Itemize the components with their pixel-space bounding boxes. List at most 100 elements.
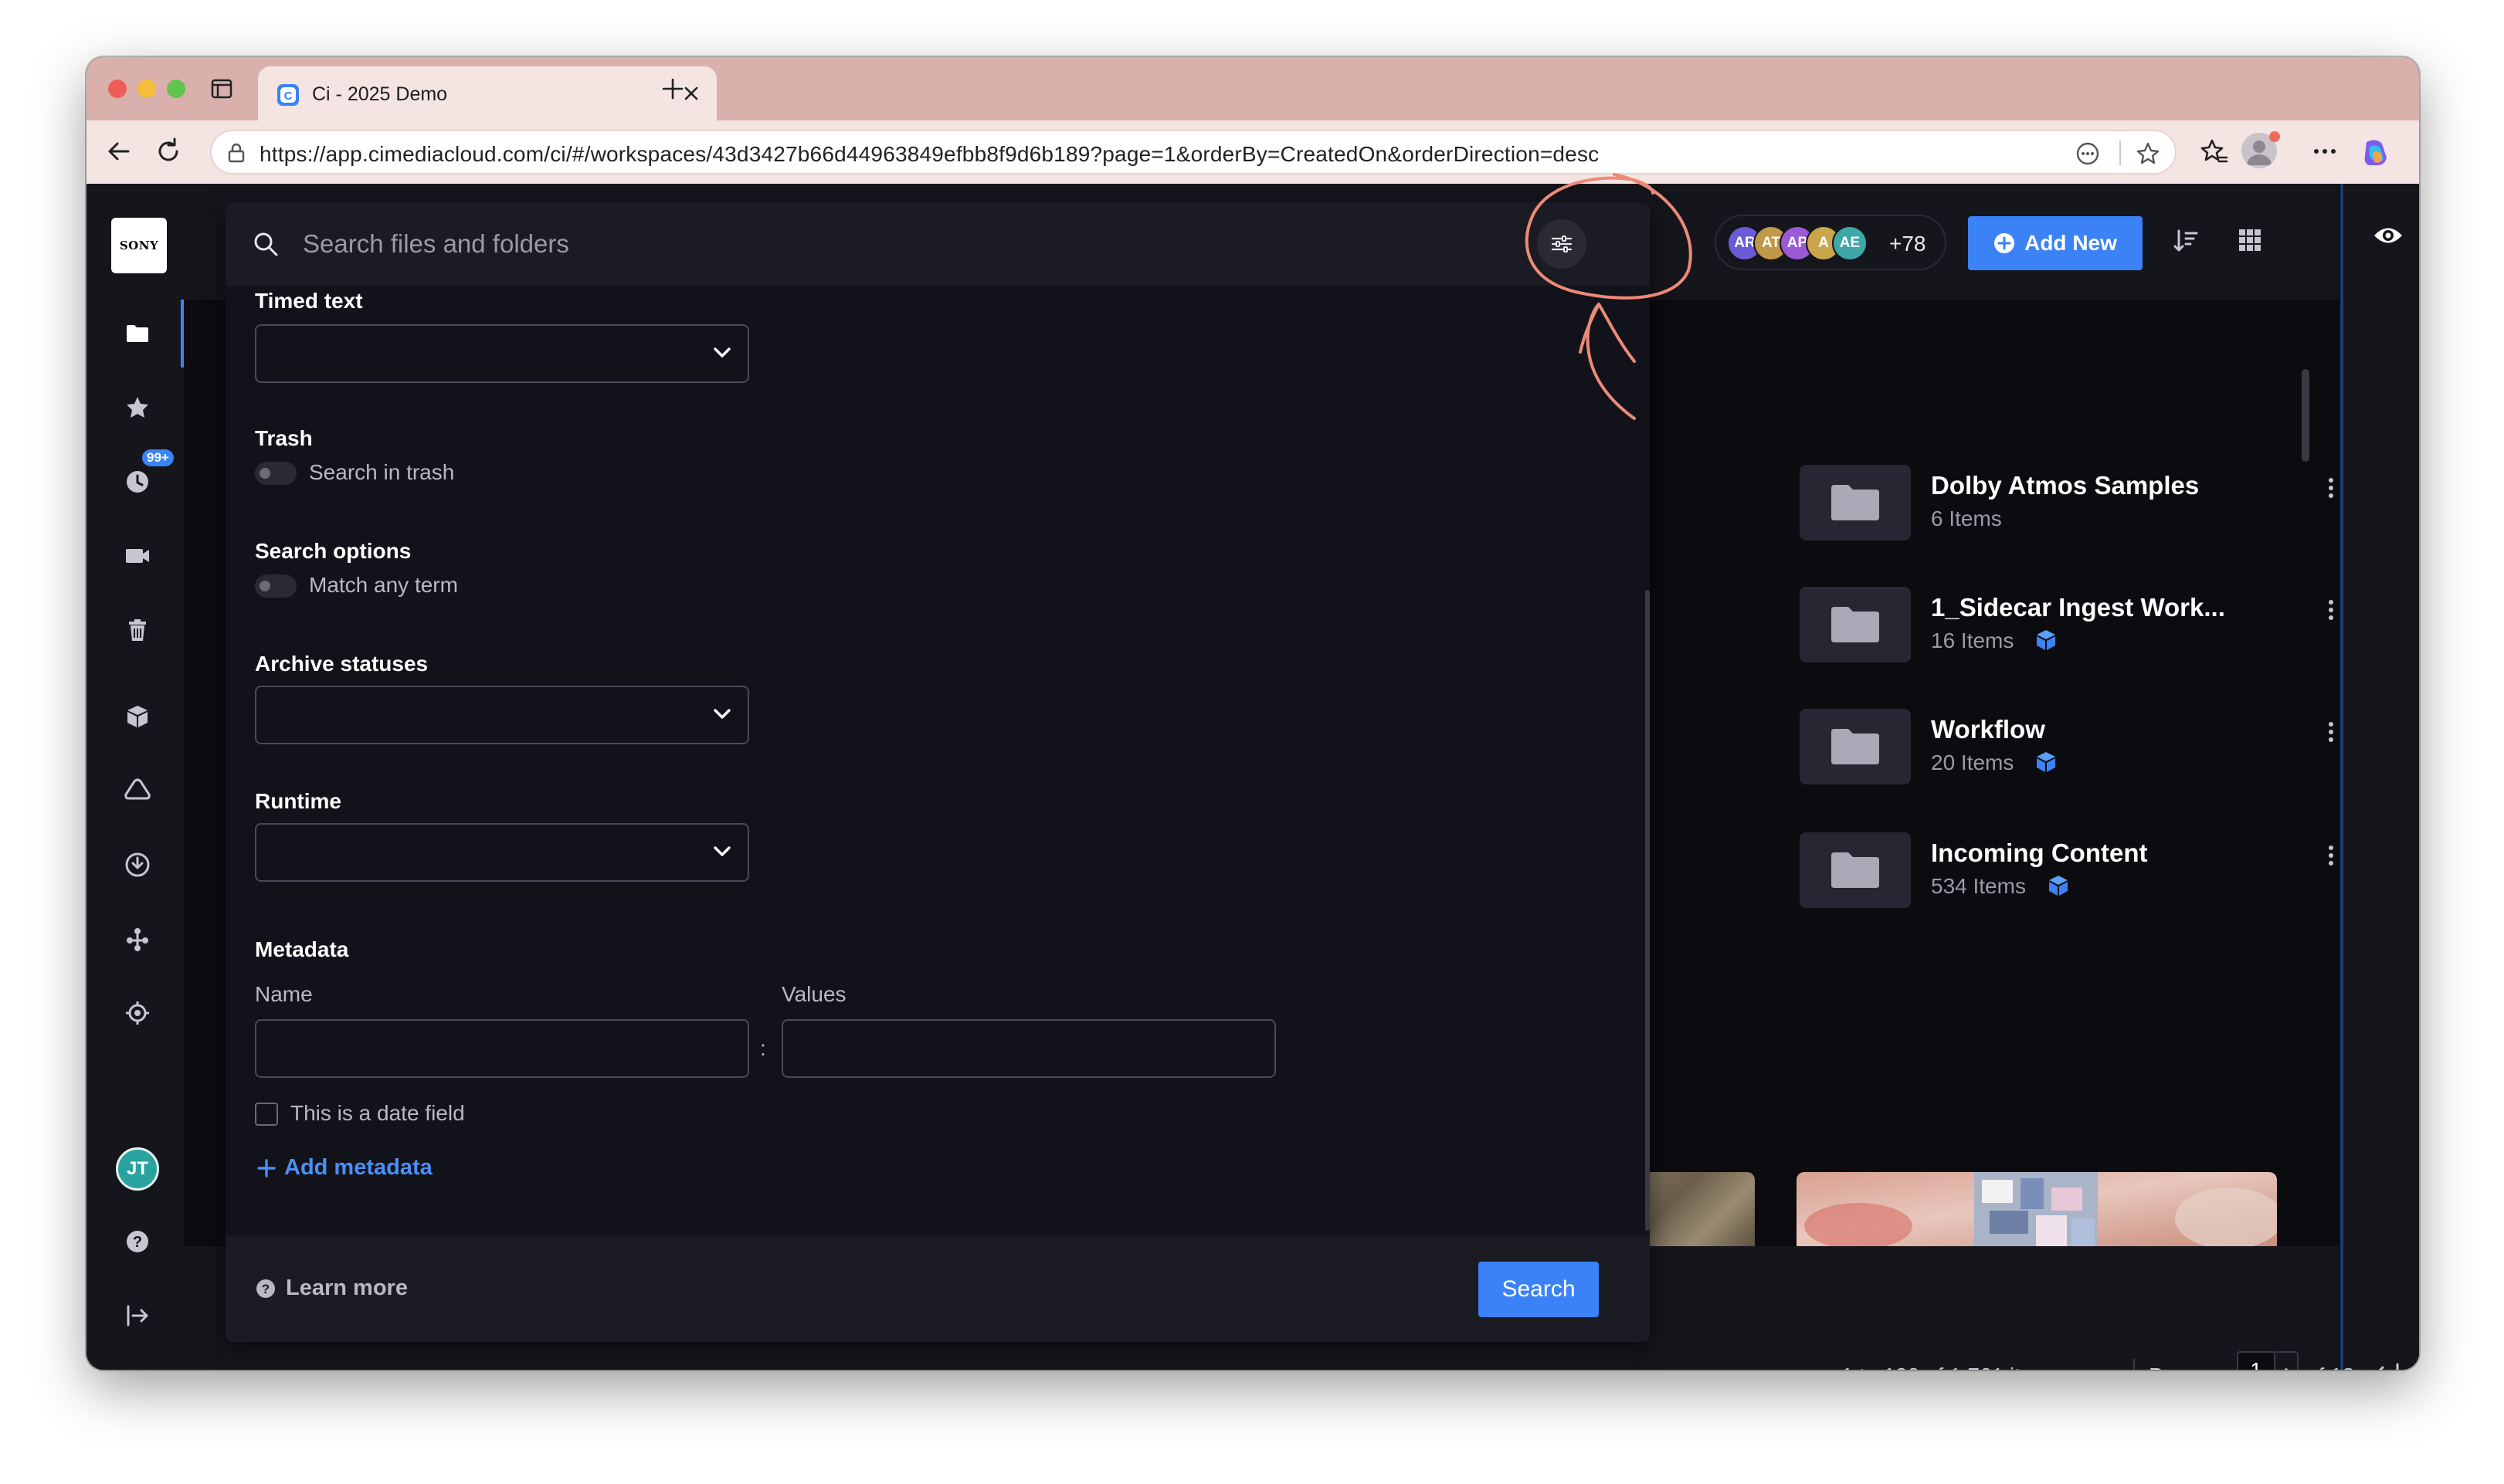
sony-logo: SONY bbox=[111, 218, 167, 273]
panel-scrollbar[interactable] bbox=[1645, 590, 1650, 1231]
timed-text-select[interactable] bbox=[255, 324, 749, 383]
logout-icon bbox=[127, 1305, 148, 1326]
search-in-trash-toggle[interactable] bbox=[255, 462, 297, 485]
search-filters-button[interactable] bbox=[1537, 219, 1586, 269]
sidebar-item-locate[interactable] bbox=[122, 998, 153, 1028]
sidebar-item-live[interactable] bbox=[122, 540, 153, 571]
folder-name[interactable]: Incoming Content bbox=[1931, 839, 2224, 868]
package-box-icon bbox=[2034, 628, 2058, 652]
reader-mode-icon[interactable] bbox=[2075, 141, 2101, 167]
add-metadata-label: Add metadata bbox=[284, 1155, 433, 1180]
folder-item[interactable]: Dolby Atmos Samples 6 Items bbox=[1800, 465, 2333, 542]
metadata-values-input[interactable] bbox=[782, 1019, 1276, 1078]
user-avatar[interactable]: JT bbox=[116, 1147, 159, 1191]
date-field-label: This is a date field bbox=[290, 1101, 465, 1125]
folder-item[interactable]: Workflow 20 Items bbox=[1800, 709, 2333, 786]
add-new-button[interactable]: Add New bbox=[1968, 216, 2143, 270]
folder-menu-icon[interactable] bbox=[2323, 717, 2339, 747]
folder-item-count: 6 Items bbox=[1931, 507, 2002, 530]
folder-name[interactable]: 1_Sidecar Ingest Work... bbox=[1931, 593, 2224, 622]
folder-icon bbox=[1831, 485, 1879, 520]
sidebar-item-trash[interactable] bbox=[122, 615, 153, 645]
folder-item-count: 16 Items bbox=[1931, 628, 2014, 652]
package-box-icon bbox=[2034, 750, 2058, 774]
back-button[interactable] bbox=[103, 136, 134, 167]
help-button[interactable]: ? bbox=[122, 1226, 153, 1257]
folder-thumbnail bbox=[1800, 709, 1911, 784]
details-rail bbox=[2340, 184, 2419, 1370]
folder-icon bbox=[1831, 852, 1879, 888]
sidebar-item-favorites[interactable] bbox=[122, 392, 153, 423]
page-number-input[interactable]: 1 bbox=[2237, 1351, 2275, 1370]
grid-icon bbox=[2239, 229, 2261, 251]
chevron-down-icon bbox=[712, 845, 732, 859]
date-field-checkbox[interactable] bbox=[255, 1103, 278, 1126]
close-window-button[interactable] bbox=[108, 80, 127, 98]
sort-button[interactable] bbox=[2172, 227, 2200, 255]
box-icon bbox=[127, 706, 148, 727]
sidebar-item-packages[interactable] bbox=[122, 701, 153, 732]
new-tab-button[interactable] bbox=[647, 71, 709, 107]
site-info-icon[interactable] bbox=[226, 142, 247, 164]
eye-icon bbox=[2374, 228, 2402, 243]
folder-name[interactable]: Workflow bbox=[1931, 715, 2224, 744]
folder-item-count: 534 Items bbox=[1931, 874, 2026, 898]
workflow-icon bbox=[127, 928, 148, 951]
collaborators-group[interactable]: AR AT AP A AE +78 bbox=[1715, 215, 1946, 270]
app-sidebar: SONY 99+ JT ? bbox=[87, 184, 184, 1370]
reload-icon bbox=[158, 137, 178, 161]
minimize-window-button[interactable] bbox=[137, 80, 156, 98]
collapse-rail-button[interactable] bbox=[2373, 1360, 2401, 1370]
favorite-star-icon[interactable] bbox=[2135, 141, 2161, 167]
metadata-separator: : bbox=[760, 1036, 766, 1060]
favorites-icon[interactable] bbox=[2198, 136, 2229, 167]
sidebar-item-cloud[interactable] bbox=[122, 775, 153, 806]
search-bar bbox=[226, 202, 1650, 286]
maximize-window-button[interactable] bbox=[167, 80, 185, 98]
collapse-left-icon bbox=[2378, 1363, 2399, 1370]
trash-section-label: Trash bbox=[255, 426, 313, 450]
reload-button[interactable] bbox=[153, 136, 184, 167]
advanced-search-panel: Timed text Trash Search in trash Search … bbox=[226, 202, 1650, 1342]
sidebar-item-workflows[interactable] bbox=[122, 923, 153, 954]
preview-toggle-button[interactable] bbox=[2373, 222, 2404, 249]
page-stepper[interactable] bbox=[2275, 1351, 2299, 1370]
chevron-down-icon bbox=[712, 707, 732, 721]
sidebar-item-files[interactable] bbox=[122, 318, 153, 349]
sidebar-item-recent[interactable] bbox=[122, 466, 153, 497]
search-panel-footer: ? Learn more Search bbox=[226, 1235, 1650, 1342]
browser-toolbar: https://app.cimediacloud.com/ci/#/worksp… bbox=[87, 120, 2419, 184]
match-any-term-toggle[interactable] bbox=[255, 574, 297, 598]
content-scrollbar[interactable] bbox=[2302, 369, 2309, 462]
folder-menu-icon[interactable] bbox=[2323, 473, 2339, 503]
folder-menu-icon[interactable] bbox=[2323, 595, 2339, 625]
sliders-icon bbox=[1551, 235, 1573, 252]
sidebar-item-downloads[interactable] bbox=[122, 849, 153, 880]
search-button[interactable]: Search bbox=[1478, 1262, 1599, 1317]
search-input[interactable] bbox=[303, 224, 1461, 264]
metadata-name-input[interactable] bbox=[255, 1019, 749, 1078]
runtime-select[interactable] bbox=[255, 823, 749, 882]
chevron-down-icon bbox=[712, 346, 732, 360]
asset-thumbnail[interactable] bbox=[1797, 1172, 2277, 1246]
folder-name[interactable]: Dolby Atmos Samples bbox=[1931, 471, 2224, 500]
folder-icon bbox=[1831, 607, 1879, 642]
help-icon: ? bbox=[256, 1279, 275, 1298]
sidebar-toggle-icon[interactable] bbox=[210, 77, 233, 100]
search-in-trash-label: Search in trash bbox=[309, 460, 455, 484]
more-options-icon[interactable] bbox=[2309, 136, 2340, 167]
copilot-icon[interactable] bbox=[2359, 136, 2393, 170]
add-metadata-button[interactable]: Add metadata bbox=[256, 1155, 433, 1181]
learn-more-link[interactable]: ? Learn more bbox=[255, 1276, 408, 1301]
folder-item[interactable]: 1_Sidecar Ingest Work... 16 Items bbox=[1800, 587, 2333, 664]
logout-button[interactable] bbox=[122, 1300, 153, 1331]
archive-statuses-select[interactable] bbox=[255, 686, 749, 744]
folder-menu-icon[interactable] bbox=[2323, 840, 2339, 871]
metadata-values-label: Values bbox=[782, 982, 847, 1006]
grid-view-button[interactable] bbox=[2237, 227, 2263, 253]
address-bar[interactable]: https://app.cimediacloud.com/ci/#/worksp… bbox=[210, 130, 2177, 174]
folder-item[interactable]: Incoming Content 534 Items bbox=[1800, 832, 2333, 910]
learn-more-label: Learn more bbox=[286, 1276, 408, 1300]
trash-icon bbox=[129, 619, 146, 641]
profile-notification-dot bbox=[2269, 131, 2280, 142]
